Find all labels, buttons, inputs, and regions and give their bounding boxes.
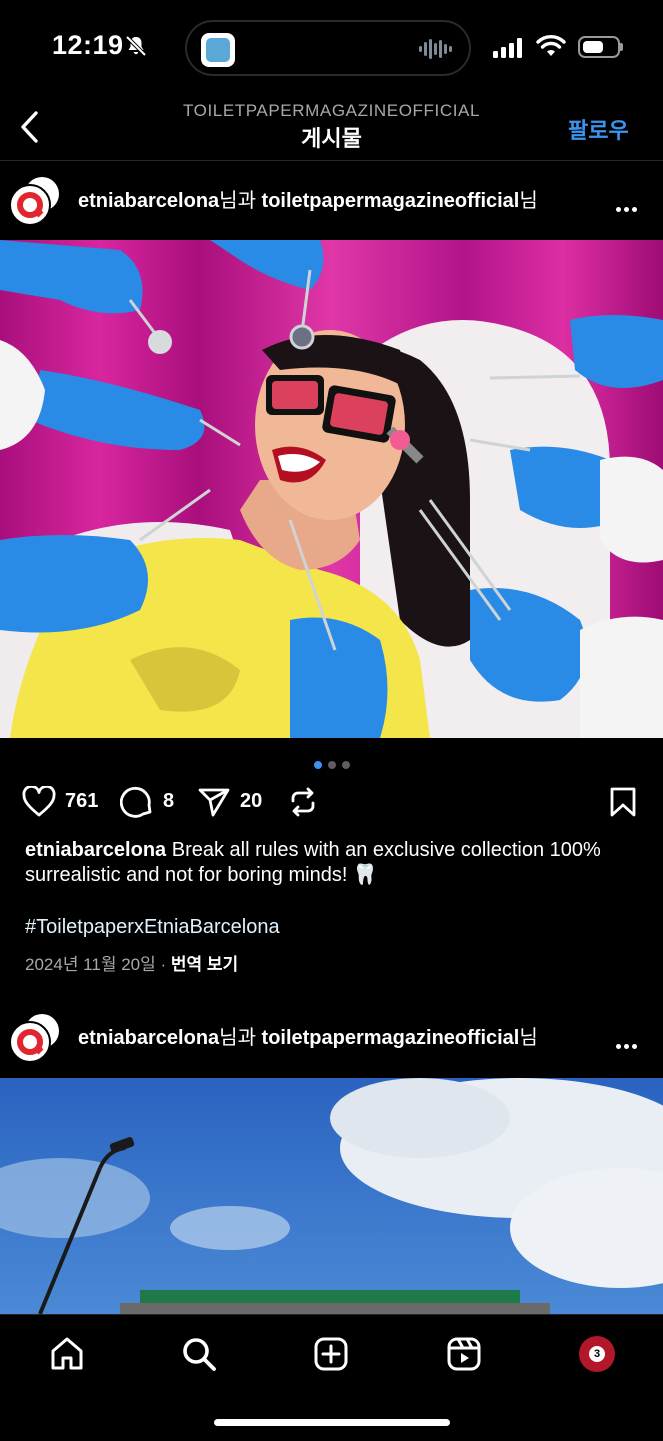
audio-wave-icon [419,39,452,59]
battery-cap [620,43,623,51]
author-suffix: 님과 [219,1027,262,1049]
battery-icon [578,36,620,58]
reels-icon[interactable] [446,1336,482,1372]
post-caption: etniabarcelona Break all rules with an e… [25,838,625,888]
caption-username[interactable]: etniabarcelona [25,839,166,861]
comment-icon[interactable] [120,786,154,818]
post-header: etniabarcelona님과 toiletpapermagazineoffi… [0,161,663,241]
author-primary[interactable]: etniabarcelona [78,190,219,212]
hashtag-link[interactable]: #ToiletpaperxEtniaBarcelona [25,916,280,939]
page-title: 게시물 [301,126,362,151]
post-meta: 2024년 11월 20일 · 번역 보기 [25,950,238,975]
author-secondary[interactable]: toiletpapermagazineofficial [262,1027,520,1049]
dynamic-island[interactable] [185,20,471,76]
wifi-icon [536,35,566,56]
search-icon[interactable] [181,1336,217,1372]
battery-level [583,41,603,53]
carousel-dot [327,761,336,769]
like-count[interactable]: 761 [65,790,98,813]
author-suffix: 님 [519,190,538,212]
home-icon[interactable] [49,1336,85,1372]
create-icon[interactable] [313,1336,349,1372]
post-photo-illustration [0,240,663,738]
comment-count[interactable]: 8 [163,790,174,813]
repost-icon[interactable] [287,786,319,818]
bookmark-icon[interactable] [608,786,638,818]
post-actions: 761 8 20 [0,780,663,824]
translate-button[interactable]: 번역 보기 [171,955,238,974]
more-options-icon[interactable] [616,199,640,217]
post-header: etniabarcelona님과 toiletpapermagazineoffi… [0,998,663,1078]
profile-avatar[interactable]: 3 [579,1336,615,1372]
app-icon[interactable] [201,33,235,67]
post-image[interactable] [0,1078,663,1314]
author-primary[interactable]: etniabarcelona [78,1027,219,1049]
meta-separator: · [155,955,171,974]
more-options-icon[interactable] [616,1036,640,1054]
author-secondary[interactable]: toiletpapermagazineofficial [262,190,520,212]
account-name: TOILETPAPERMAGAZINEOFFICIAL [182,101,481,120]
status-time: 12:19 [52,30,124,60]
bell-slash-icon [125,35,147,57]
follow-button[interactable]: 팔로우 [568,113,629,145]
post-date: 2024년 11월 20일 [25,955,156,974]
cell-signal-icon [493,38,522,58]
collab-avatar-primary[interactable] [9,184,51,226]
post-photo-illustration [0,1078,663,1314]
share-count[interactable]: 20 [240,790,262,813]
carousel-indicator [0,756,663,774]
author-suffix: 님 [519,1027,538,1049]
carousel-dot [341,761,350,769]
home-indicator[interactable] [214,1419,450,1426]
heart-icon[interactable] [22,786,56,818]
share-icon[interactable] [197,786,231,818]
collab-avatar-primary[interactable] [9,1021,51,1063]
carousel-dot [313,761,322,769]
post-author[interactable]: etniabarcelona님과 toiletpapermagazineoffi… [78,998,538,1078]
author-suffix: 님과 [219,190,262,212]
profile-avatar-badge: 3 [589,1346,605,1362]
post-image[interactable] [0,240,663,738]
post-author[interactable]: etniabarcelona님과 toiletpapermagazineoffi… [78,161,538,241]
